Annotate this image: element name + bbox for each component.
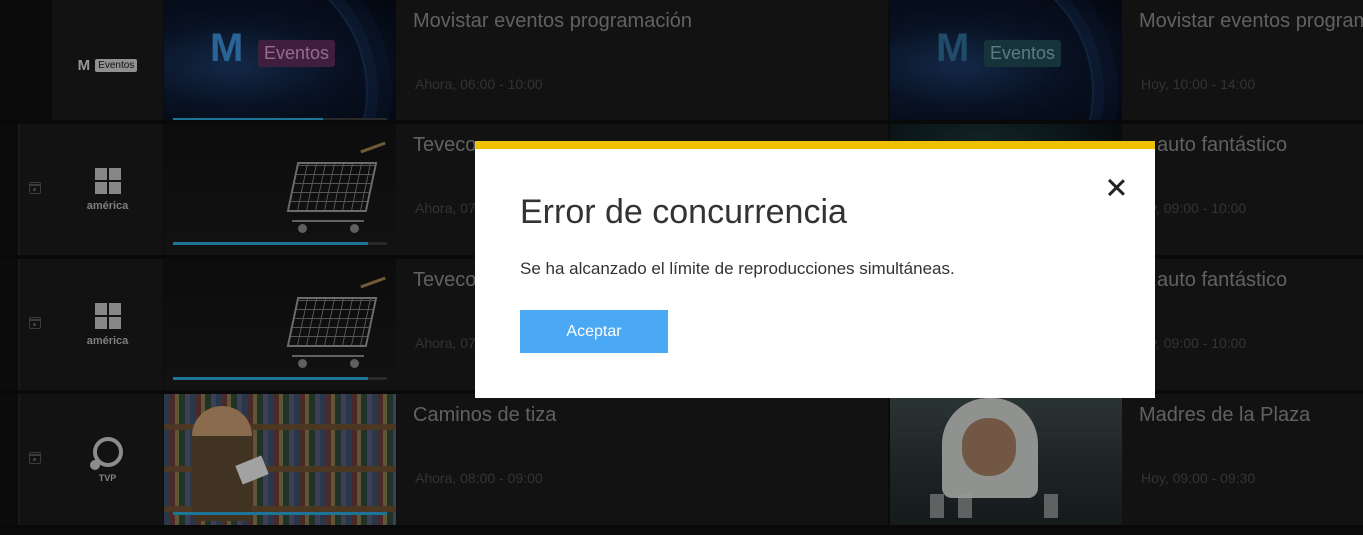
dialog-message: Se ha alcanzado el límite de reproduccio… (520, 259, 955, 278)
accept-button[interactable]: Aceptar (520, 310, 668, 353)
concurrency-error-dialog: Error de concurrencia Se ha alcanzado el… (475, 141, 1155, 398)
dialog-title: Error de concurrencia (520, 193, 847, 231)
close-icon[interactable] (1103, 175, 1129, 201)
